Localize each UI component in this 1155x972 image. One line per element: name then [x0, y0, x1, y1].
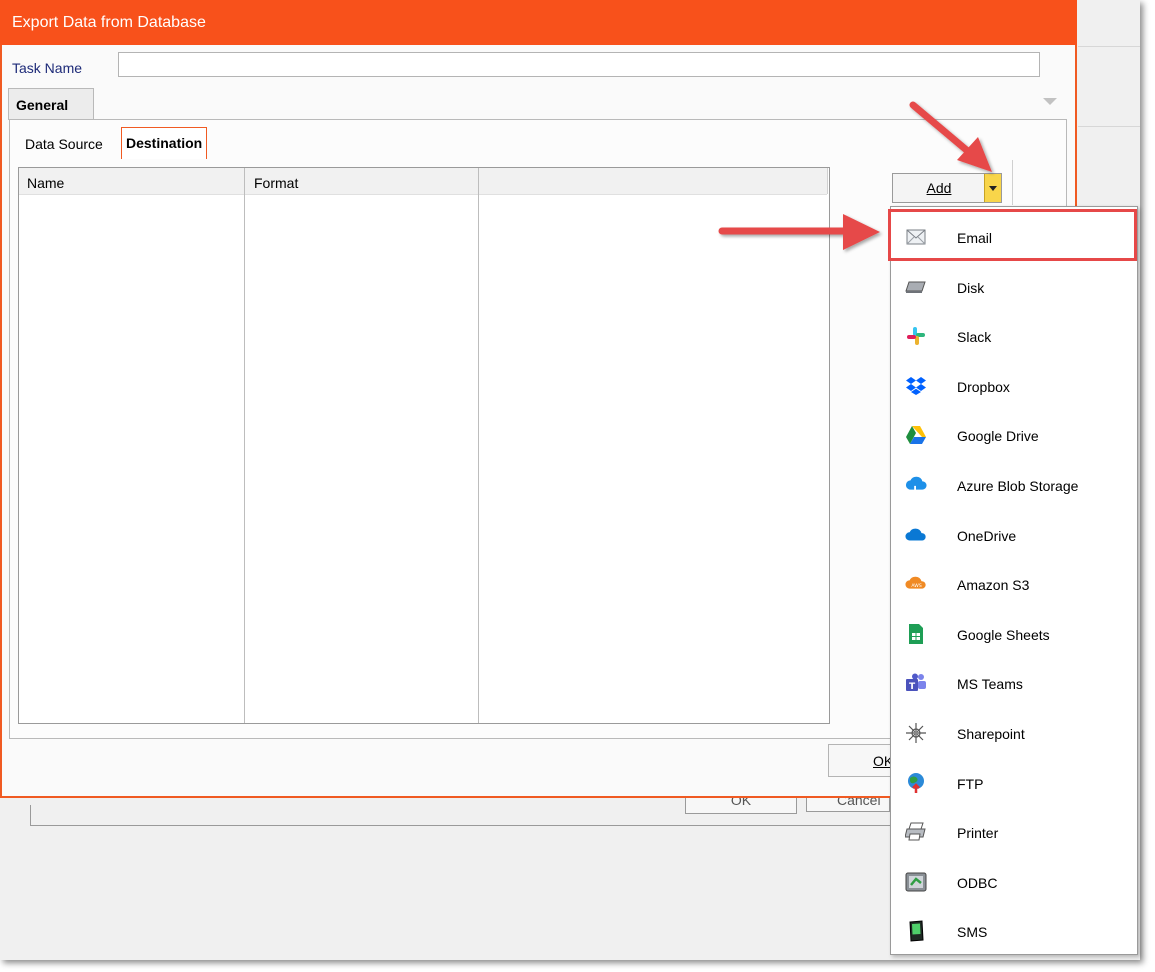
menu-item-google-drive[interactable]: Google Drive: [891, 411, 1137, 461]
menu-item-label: Sharepoint: [957, 726, 1025, 742]
tab-general-label: General: [16, 97, 69, 113]
svg-text:T: T: [909, 682, 916, 692]
menu-item-sharepoint[interactable]: Sharepoint: [891, 709, 1137, 759]
azure-cloud-icon: [905, 474, 927, 496]
dialog-titlebar: Export Data from Database: [0, 0, 1077, 45]
column-header-name[interactable]: Name: [27, 175, 64, 191]
table-header: [19, 168, 827, 195]
menu-item-amazon-s3[interactable]: AWS Amazon S3: [891, 560, 1137, 610]
column-separator: [827, 168, 828, 194]
divider: [1078, 126, 1140, 127]
menu-item-google-sheets[interactable]: Google Sheets: [891, 610, 1137, 660]
column-separator[interactable]: [244, 168, 245, 723]
menu-item-label: OneDrive: [957, 527, 1017, 544]
svg-text:AWS: AWS: [911, 583, 921, 589]
menu-item-label: SMS: [957, 924, 988, 941]
menu-item-label: FTP: [957, 775, 984, 792]
subtab-destination[interactable]: Destination: [121, 127, 208, 159]
sms-phone-icon: [905, 920, 927, 942]
menu-item-label: Slack: [957, 329, 992, 346]
menu-item-label: Printer: [957, 825, 999, 842]
add-button-label[interactable]: Add: [893, 174, 985, 202]
task-name-label: Task Name: [12, 60, 83, 76]
menu-item-label: MS Teams: [957, 676, 1023, 693]
divider: [1078, 46, 1140, 47]
add-split-button[interactable]: Add: [892, 173, 1002, 203]
menu-item-onedrive[interactable]: OneDrive: [891, 511, 1137, 561]
column-separator[interactable]: [478, 168, 479, 723]
destinations-table: Name Format: [18, 167, 830, 724]
menu-item-slack[interactable]: Slack: [891, 312, 1137, 362]
menu-item-ms-teams[interactable]: T MS Teams: [891, 659, 1137, 709]
menu-item-label: Amazon S3: [957, 577, 1030, 594]
menu-item-label: Disk: [957, 279, 985, 296]
menu-item-label: Dropbox: [957, 378, 1010, 395]
menu-item-printer[interactable]: Printer: [891, 808, 1137, 858]
divider: [1012, 160, 1013, 205]
subtab-data-source[interactable]: Data Source: [25, 136, 103, 152]
tab-general[interactable]: General: [8, 88, 94, 120]
menu-item-label: Azure Blob Storage: [957, 478, 1079, 494]
tab-overflow-chevron-icon[interactable]: [1043, 98, 1057, 105]
column-header-format[interactable]: Format: [254, 175, 298, 191]
google-drive-icon: [905, 424, 927, 446]
slack-icon: [905, 325, 927, 347]
amazon-s3-icon: AWS: [905, 573, 927, 595]
menu-item-sms[interactable]: SMS: [891, 907, 1137, 957]
dialog-title: Export Data from Database: [12, 14, 206, 31]
menu-item-label: Google Drive: [957, 428, 1039, 445]
add-destination-menu: Email Disk Slack Dropbox Google Drive Az…: [890, 206, 1138, 955]
menu-item-azure-blob-storage[interactable]: Azure Blob Storage: [891, 461, 1137, 511]
hard-disk-icon: [905, 276, 927, 298]
ms-teams-icon: T: [905, 672, 927, 694]
menu-item-ftp[interactable]: FTP: [891, 759, 1137, 809]
menu-item-disk[interactable]: Disk: [891, 263, 1137, 313]
odbc-icon: [905, 871, 927, 893]
menu-item-dropbox[interactable]: Dropbox: [891, 362, 1137, 412]
task-name-input[interactable]: [118, 52, 1040, 77]
onedrive-icon: [905, 524, 927, 546]
ftp-globe-icon: [905, 772, 927, 794]
add-dropdown-caret-icon[interactable]: [984, 174, 1001, 202]
printer-icon: [905, 821, 927, 843]
google-sheets-icon: [905, 623, 927, 645]
menu-item-label: Google Sheets: [957, 626, 1050, 643]
sharepoint-icon: [905, 722, 927, 744]
menu-item-label: ODBC: [957, 874, 998, 891]
menu-item-odbc[interactable]: ODBC: [891, 858, 1137, 908]
dropbox-icon: [905, 375, 927, 397]
email-highlight-box: [888, 209, 1137, 261]
